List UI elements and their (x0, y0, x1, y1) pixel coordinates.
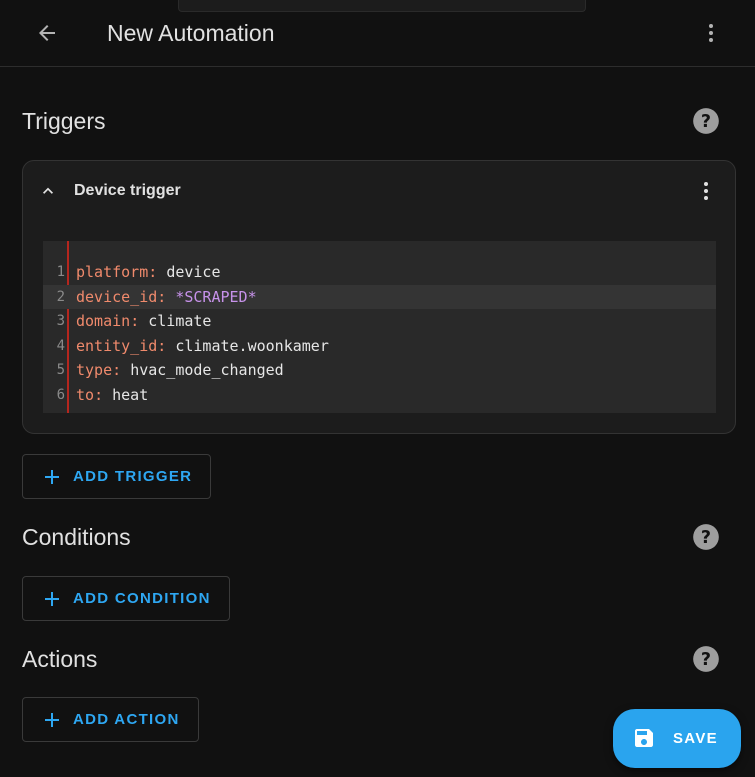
yaml-value: climate.woonkamer (175, 336, 329, 355)
automation-editor: New Automation Triggers ? Device trigger (0, 0, 755, 777)
yaml-key: to (76, 385, 95, 404)
dots-vertical-icon (709, 24, 713, 42)
yaml-value: device (166, 263, 221, 281)
add-action-label: ADD ACTION (73, 711, 180, 728)
add-condition-button[interactable]: ADD CONDITION (22, 576, 230, 621)
code-line: 2 device_id: *SCRAPED* (43, 284, 716, 310)
help-circle-icon[interactable]: ? (692, 523, 720, 551)
code-line: 1 platform: device (43, 260, 716, 285)
code-line: 5 type: hvac_mode_changed (43, 358, 716, 383)
top-app-bar: New Automation (0, 0, 755, 67)
device-trigger-card: Device trigger 1 platform: device 2 device_… (22, 160, 736, 434)
code-lines: 1 platform: device 2 device_id: *SCRAPED* 3 d… (43, 260, 716, 407)
save-label: SAVE (673, 730, 718, 747)
yaml-separator: : (94, 385, 113, 404)
content-save-icon (635, 729, 653, 747)
device-trigger-card-header[interactable]: Device trigger (23, 161, 735, 223)
svg-text:?: ? (701, 112, 711, 132)
code-text: device_id: *SCRAPED* (76, 285, 257, 310)
add-trigger-button[interactable]: ADD TRIGGER (22, 454, 212, 499)
conditions-heading: Conditions (22, 524, 131, 550)
yaml-separator: : (157, 336, 176, 355)
svg-text:?: ? (701, 650, 711, 670)
yaml-key: domain (76, 312, 131, 330)
add-trigger-label: ADD TRIGGER (73, 468, 193, 485)
yaml-value: *SCRAPED* (175, 287, 257, 306)
add-condition-label: ADD CONDITION (73, 590, 211, 607)
code-line: 4 entity_id: climate.woonkamer (43, 334, 716, 359)
yaml-key: entity_id (76, 336, 158, 355)
line-number: 3 (56, 313, 65, 329)
line-number: 6 (56, 386, 65, 403)
chevron-up-icon (43, 187, 53, 194)
yaml-value: hvac_mode_changed (130, 361, 284, 379)
dots-vertical-icon (704, 182, 708, 200)
yaml-separator: : (157, 287, 176, 306)
top-tab-handle (178, 0, 586, 12)
help-circle-icon[interactable]: ? (692, 645, 720, 673)
back-button[interactable] (30, 16, 64, 50)
device-trigger-title: Device trigger (74, 182, 181, 199)
yaml-separator: : (112, 361, 131, 379)
actions-heading: Actions (22, 646, 98, 672)
plus-icon (45, 591, 59, 606)
code-text: domain: climate (76, 309, 211, 334)
line-number: 1 (56, 264, 65, 280)
yaml-value: heat (112, 385, 149, 404)
page-title: New Automation (107, 20, 275, 46)
code-text: entity_id: climate.woonkamer (76, 334, 329, 359)
code-line: 6 to: heat (43, 383, 716, 408)
header-overflow-menu-button[interactable] (696, 17, 726, 49)
yaml-separator: : (148, 263, 167, 281)
yaml-code-editor[interactable]: 1 platform: device 2 device_id: *SCRAPED* 3 d… (43, 241, 716, 413)
yaml-value: climate (148, 312, 212, 330)
plus-icon (45, 712, 59, 727)
code-text: type: hvac_mode_changed (76, 358, 284, 383)
yaml-key: platform (76, 263, 149, 281)
add-action-button[interactable]: ADD ACTION (22, 697, 199, 742)
help-circle-icon[interactable]: ? (692, 107, 720, 135)
code-text: platform: device (76, 260, 221, 285)
line-number: 5 (56, 362, 65, 378)
svg-text:?: ? (701, 528, 711, 548)
arrow-left-icon (39, 25, 55, 41)
save-button[interactable]: SAVE (613, 709, 741, 768)
yaml-key: device_id (76, 287, 158, 306)
line-number: 4 (56, 337, 65, 354)
yaml-separator: : (130, 312, 149, 330)
plus-icon (45, 469, 59, 484)
code-line: 3 domain: climate (43, 309, 716, 334)
triggers-heading: Triggers (22, 108, 106, 134)
yaml-key: type (76, 361, 113, 379)
device-trigger-menu-button[interactable] (691, 175, 721, 207)
code-text: to: heat (76, 383, 148, 408)
line-number: 2 (56, 288, 65, 305)
